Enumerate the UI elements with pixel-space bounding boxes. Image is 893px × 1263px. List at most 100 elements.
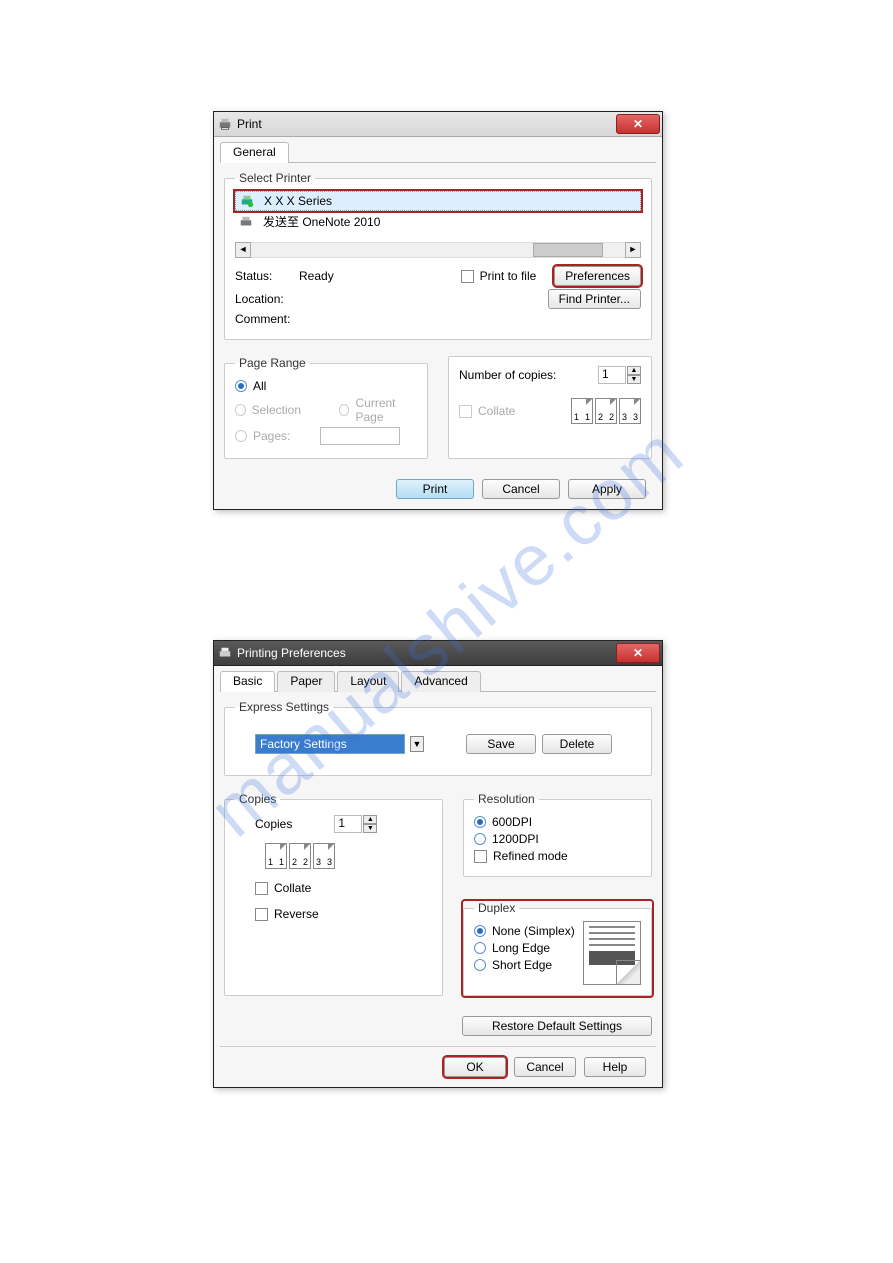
radio-duplex-none[interactable] <box>474 925 486 937</box>
radio-selection-label: Selection <box>252 403 301 417</box>
tab-advanced[interactable]: Advanced <box>401 671 480 692</box>
page-range-group: Page Range All Selection Current Page Pa… <box>224 356 428 459</box>
printer-item-selected[interactable]: X X X Series <box>235 191 641 211</box>
printer-list[interactable]: X X X Series 发送至 OneNote 2010 <box>235 191 641 232</box>
copies-legend: Copies <box>235 792 280 806</box>
ok-button[interactable]: OK <box>444 1057 506 1077</box>
scroll-thumb[interactable] <box>533 243 603 257</box>
find-printer-button[interactable]: Find Printer... <box>548 289 641 309</box>
radio-1200dpi[interactable] <box>474 833 486 845</box>
preferences-button[interactable]: Preferences <box>554 266 641 286</box>
print-titlebar[interactable]: Print ✕ <box>214 112 662 137</box>
select-printer-legend: Select Printer <box>235 171 315 185</box>
radio-1200dpi-label: 1200DPI <box>492 832 539 846</box>
print-button[interactable]: Print <box>396 479 474 499</box>
printer-item[interactable]: 发送至 OneNote 2010 <box>235 211 641 232</box>
copies-group: Number of copies: 1 ▲▼ Collate 11 22 33 <box>448 356 652 459</box>
radio-all[interactable] <box>235 380 247 392</box>
location-label: Location: <box>235 292 293 306</box>
page-range-legend: Page Range <box>235 356 310 370</box>
cancel-button[interactable]: Cancel <box>514 1057 576 1077</box>
restore-defaults-button[interactable]: Restore Default Settings <box>462 1016 652 1036</box>
reverse-label: Reverse <box>274 907 319 921</box>
scroll-left-button[interactable]: ◄ <box>235 242 251 258</box>
tab-paper[interactable]: Paper <box>277 671 335 692</box>
apply-button[interactable]: Apply <box>568 479 646 499</box>
copies-group: Copies Copies 1 ▲▼ 11 22 33 <box>224 792 443 996</box>
print-tabs: General <box>220 141 656 163</box>
refined-label: Refined mode <box>493 849 568 863</box>
spin-up[interactable]: ▲ <box>627 366 641 375</box>
delete-button[interactable]: Delete <box>542 734 612 754</box>
express-settings-legend: Express Settings <box>235 700 333 714</box>
radio-selection <box>235 404 246 416</box>
printer-icon <box>218 646 232 660</box>
radio-600dpi-label: 600DPI <box>492 815 532 829</box>
radio-current-page <box>339 404 350 416</box>
spin-down[interactable]: ▼ <box>363 824 377 833</box>
radio-duplex-short[interactable] <box>474 959 486 971</box>
printer-name: X X X Series <box>264 194 332 208</box>
collate-preview: 11 22 33 <box>571 398 641 424</box>
preferences-dialog: Printing Preferences ✕ Basic Paper Layou… <box>213 640 663 1088</box>
comment-label: Comment: <box>235 312 293 326</box>
duplex-group: Duplex None (Simplex) Long Edge <box>463 901 652 996</box>
print-to-file-checkbox[interactable] <box>461 270 474 283</box>
resolution-legend: Resolution <box>474 792 539 806</box>
select-printer-group: Select Printer X X X Series 发送至 OneNote … <box>224 171 652 340</box>
prefs-titlebar[interactable]: Printing Preferences ✕ <box>214 641 662 666</box>
express-settings-group: Express Settings Factory Settings ▼ Save… <box>224 700 652 776</box>
status-value: Ready <box>299 269 334 283</box>
num-copies-value[interactable]: 1 <box>598 366 626 384</box>
resolution-group: Resolution 600DPI 1200DPI Refined mode <box>463 792 652 877</box>
pages-input <box>320 427 400 445</box>
prefs-title: Printing Preferences <box>237 646 346 660</box>
spin-down[interactable]: ▼ <box>627 375 641 384</box>
cancel-button[interactable]: Cancel <box>482 479 560 499</box>
radio-all-label: All <box>253 379 266 393</box>
radio-duplex-long[interactable] <box>474 942 486 954</box>
express-combo-value: Factory Settings <box>260 737 347 751</box>
scroll-right-button[interactable]: ► <box>625 242 641 258</box>
collate-checkbox <box>459 405 472 418</box>
printer-icon <box>239 215 253 229</box>
close-icon: ✕ <box>633 646 643 660</box>
copies-spinner[interactable]: 1 ▲▼ <box>334 815 377 833</box>
print-dialog: Print ✕ General Select Printer X X X Ser… <box>213 111 663 510</box>
tab-layout[interactable]: Layout <box>337 671 399 692</box>
copies-value[interactable]: 1 <box>334 815 362 833</box>
radio-600dpi[interactable] <box>474 816 486 828</box>
collate-label: Collate <box>478 404 515 418</box>
num-copies-spinner[interactable]: 1 ▲▼ <box>598 366 641 384</box>
close-button[interactable]: ✕ <box>616 643 660 663</box>
duplex-preview <box>583 921 641 985</box>
printer-icon <box>218 117 232 131</box>
radio-duplex-short-label: Short Edge <box>492 958 552 972</box>
reverse-checkbox[interactable] <box>255 908 268 921</box>
express-combo[interactable]: Factory Settings <box>255 734 405 754</box>
tab-general[interactable]: General <box>220 142 289 163</box>
status-label: Status: <box>235 269 293 283</box>
help-button[interactable]: Help <box>584 1057 646 1077</box>
combo-dropdown-icon[interactable]: ▼ <box>410 736 424 752</box>
collate-label: Collate <box>274 881 311 895</box>
save-button[interactable]: Save <box>466 734 536 754</box>
radio-pages <box>235 430 247 442</box>
print-to-file-label: Print to file <box>480 269 537 283</box>
copies-preview: 11 22 33 <box>265 843 335 869</box>
radio-pages-label: Pages: <box>253 429 290 443</box>
prefs-tabs: Basic Paper Layout Advanced <box>220 670 656 692</box>
printer-list-scrollbar[interactable]: ◄ ► <box>235 242 641 258</box>
num-copies-label: Number of copies: <box>459 368 556 382</box>
spin-up[interactable]: ▲ <box>363 815 377 824</box>
print-title: Print <box>237 117 262 131</box>
close-button[interactable]: ✕ <box>616 114 660 134</box>
radio-duplex-long-label: Long Edge <box>492 941 550 955</box>
refined-checkbox[interactable] <box>474 850 487 863</box>
printer-name: 发送至 OneNote 2010 <box>263 213 380 230</box>
radio-current-page-label: Current Page <box>355 396 417 424</box>
radio-duplex-none-label: None (Simplex) <box>492 924 575 938</box>
tab-basic[interactable]: Basic <box>220 671 275 692</box>
collate-checkbox[interactable] <box>255 882 268 895</box>
scroll-track[interactable] <box>251 242 625 258</box>
